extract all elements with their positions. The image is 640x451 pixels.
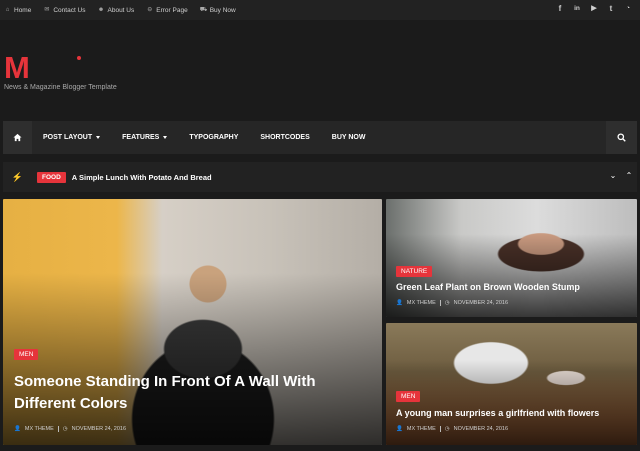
top-bar: ⌂ Home ✉ Contact Us ☻ About Us ⊖ Error Page … <box>0 0 640 20</box>
envelope-icon: ✉ <box>44 7 50 13</box>
home-icon: ⌂ <box>5 7 10 13</box>
topnav-contact-link[interactable]: ✉ Contact Us <box>37 7 91 14</box>
topnav-error-link[interactable]: ⊖ Error Page <box>140 7 193 14</box>
topnav-about-link[interactable]: ☻ About Us <box>92 7 141 14</box>
post-meta: 👤 MX THEME ◷ NOVEMBER 24, 2016 <box>396 426 508 432</box>
featured-post-large[interactable]: MEN Someone Standing In Front Of A Wall … <box>3 199 382 445</box>
post-title[interactable]: A young man surprises a girlfriend with … <box>396 408 599 418</box>
users-icon: ☻ <box>97 7 105 13</box>
facebook-icon[interactable]: f <box>556 4 564 13</box>
post-title[interactable]: Green Leaf Plant on Brown Wooden Stump <box>396 282 580 292</box>
nav-label: TYPOGRAPHY <box>189 134 239 141</box>
main-nav: POST LAYOUT FEATURES TYPOGRAPHY SHORTCOD… <box>3 121 637 154</box>
nav-links: POST LAYOUT FEATURES TYPOGRAPHY SHORTCOD… <box>32 134 377 141</box>
topnav-label: Home <box>14 6 32 14</box>
chevron-down-icon[interactable]: ⌄ <box>609 172 617 180</box>
post-date: NOVEMBER 24, 2016 <box>453 300 509 306</box>
ticker-headline[interactable]: A Simple Lunch With Potato And Bread <box>72 173 212 182</box>
clock-icon: ◷ <box>444 426 450 432</box>
topnav-label: Contact Us <box>53 6 86 14</box>
site-tagline: News & Magazine Blogger Template <box>4 84 117 91</box>
topnav-home-link[interactable]: ⌂ Home <box>4 7 37 14</box>
cart-icon: ⛟ <box>199 7 208 13</box>
social-links: f in ▶ t ◔ <box>556 4 632 13</box>
category-badge[interactable]: NATURE <box>396 266 433 277</box>
category-badge[interactable]: MEN <box>14 349 39 360</box>
home-icon <box>13 133 22 142</box>
clock-icon: ◷ <box>444 300 450 306</box>
post-date: NOVEMBER 24, 2016 <box>71 426 127 432</box>
minus-circle-icon: ⊖ <box>147 7 153 13</box>
category-badge[interactable]: MEN <box>396 391 421 402</box>
chevron-up-icon[interactable]: ⌃ <box>625 172 633 180</box>
ticker-controls: ⌄ ⌃ <box>609 172 633 180</box>
featured-post-small[interactable]: NATURE Green Leaf Plant on Brown Wooden … <box>386 199 637 317</box>
meta-divider <box>57 426 59 432</box>
rss-icon[interactable]: ◔ <box>624 4 632 13</box>
post-author[interactable]: MX THEME <box>25 426 54 432</box>
topnav-label: Buy Now <box>209 6 236 14</box>
logo-dot <box>77 56 81 60</box>
top-nav: ⌂ Home ✉ Contact Us ☻ About Us ⊖ Error Page … <box>4 7 242 14</box>
nav-label: SHORTCODES <box>260 134 310 141</box>
post-meta: 👤 MX THEME ◷ NOVEMBER 24, 2016 <box>14 426 126 432</box>
post-author[interactable]: MX THEME <box>407 426 436 432</box>
post-meta: 👤 MX THEME ◷ NOVEMBER 24, 2016 <box>396 300 508 306</box>
site-logo[interactable]: M <box>4 50 30 86</box>
nav-item-post-layout[interactable]: POST LAYOUT <box>32 134 111 141</box>
youtube-icon[interactable]: ▶ <box>590 4 598 13</box>
nav-item-typography[interactable]: TYPOGRAPHY <box>178 134 249 141</box>
chevron-down-icon <box>163 136 168 139</box>
bolt-icon: ⚡ <box>11 171 24 182</box>
post-title[interactable]: Someone Standing In Front Of A Wall With… <box>14 371 354 415</box>
clock-icon: ◷ <box>62 426 68 432</box>
user-icon: 👤 <box>396 300 403 306</box>
search-button[interactable] <box>606 121 637 154</box>
news-ticker: ⚡ FOOD A Simple Lunch With Potato And Br… <box>3 162 637 192</box>
nav-label: BUY NOW <box>331 134 366 141</box>
image-overlay <box>386 359 637 445</box>
topnav-buy-link[interactable]: ⛟ Buy Now <box>194 7 242 14</box>
linkedin-icon[interactable]: in <box>573 4 581 13</box>
post-author[interactable]: MX THEME <box>407 300 436 306</box>
image-overlay <box>3 272 382 445</box>
nav-item-buy-now[interactable]: BUY NOW <box>321 134 377 141</box>
nav-item-features[interactable]: FEATURES <box>111 134 178 141</box>
nav-label: POST LAYOUT <box>43 134 93 141</box>
nav-label: FEATURES <box>122 134 160 141</box>
home-button[interactable] <box>3 121 32 154</box>
site-header: M News & Magazine Blogger Template <box>0 20 640 120</box>
user-icon: 👤 <box>396 426 403 432</box>
post-date: NOVEMBER 24, 2016 <box>453 426 509 432</box>
chevron-down-icon <box>96 136 101 139</box>
twitter-icon[interactable]: t <box>607 4 615 13</box>
topnav-label: Error Page <box>156 6 188 14</box>
topnav-label: About Us <box>107 6 135 14</box>
nav-item-shortcodes[interactable]: SHORTCODES <box>249 134 320 141</box>
meta-divider <box>439 300 441 306</box>
featured-post-small[interactable]: MEN A young man surprises a girlfriend w… <box>386 323 637 445</box>
search-icon <box>617 133 626 142</box>
ticker-category-badge[interactable]: FOOD <box>37 171 66 183</box>
meta-divider <box>439 426 441 432</box>
user-icon: 👤 <box>14 426 21 432</box>
